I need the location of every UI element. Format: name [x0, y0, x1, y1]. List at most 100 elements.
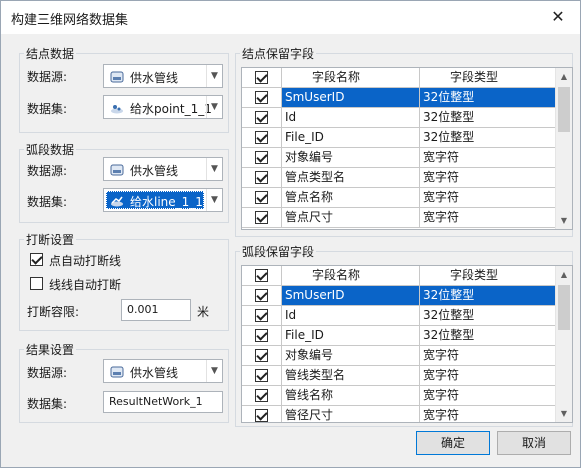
cancel-button[interactable]: 取消	[497, 431, 571, 455]
field-type-cell[interactable]: 32位整型	[420, 286, 556, 306]
field-type-cell[interactable]: 宽字符	[420, 386, 556, 406]
table-row[interactable]: 管径尺寸 宽字符	[242, 406, 556, 422]
table-row[interactable]: 管线类型名 宽字符	[242, 366, 556, 386]
scroll-thumb[interactable]	[558, 87, 570, 132]
ok-button[interactable]: 确定	[416, 431, 490, 455]
chevron-down-icon[interactable]: ▼	[206, 96, 222, 118]
result-datasource-combo[interactable]: 供水管线 ▼	[103, 359, 223, 383]
row-checkbox-cell	[242, 406, 282, 422]
table-row[interactable]: File_ID 32位整型	[242, 326, 556, 346]
row-checkbox[interactable]	[255, 191, 268, 204]
auto-break-line-checkbox[interactable]	[30, 277, 43, 290]
arc-datasource-combo[interactable]: 供水管线 ▼	[103, 157, 223, 181]
arc-data-legend: 弧段数据	[26, 143, 75, 157]
field-type-cell[interactable]: 32位整型	[420, 128, 556, 148]
row-checkbox-cell	[242, 306, 282, 326]
row-checkbox[interactable]	[255, 329, 268, 342]
field-name-cell[interactable]: 对象编号	[282, 148, 420, 168]
row-checkbox-cell	[242, 88, 282, 108]
select-all-checkbox[interactable]	[255, 269, 268, 282]
column-header-type[interactable]: 字段类型	[420, 68, 556, 88]
field-type-cell[interactable]: 宽字符	[420, 346, 556, 366]
arc-datasource-value: 供水管线	[130, 164, 179, 178]
table-row[interactable]: Id 32位整型	[242, 306, 556, 326]
scroll-down-icon[interactable]: ▼	[556, 405, 572, 422]
field-type-cell[interactable]: 宽字符	[420, 406, 556, 422]
table-row[interactable]: 对象编号 宽字符	[242, 148, 556, 168]
scroll-up-icon[interactable]: ▲	[556, 68, 572, 85]
scroll-thumb[interactable]	[558, 285, 570, 330]
arc-fields-scrollbar[interactable]: ▲ ▼	[555, 266, 572, 422]
table-row[interactable]: SmUserID 32位整型	[242, 88, 556, 108]
column-header-name[interactable]: 字段名称	[282, 68, 420, 88]
row-checkbox[interactable]	[255, 211, 268, 224]
node-fields-scrollbar[interactable]: ▲ ▼	[555, 68, 572, 229]
field-name-cell[interactable]: 管点类型名	[282, 168, 420, 188]
result-datasource-value: 供水管线	[130, 366, 179, 380]
chevron-down-icon[interactable]: ▼	[206, 158, 222, 180]
field-name-cell[interactable]: 管点尺寸	[282, 208, 420, 228]
arc-dataset-value: 给水line_1_1	[130, 195, 203, 209]
table-row[interactable]: 管线名称 宽字符	[242, 386, 556, 406]
field-name-cell[interactable]: 管线名称	[282, 386, 420, 406]
grid-header-row: 字段名称 字段类型	[242, 68, 556, 88]
field-name-cell[interactable]: Id	[282, 108, 420, 128]
table-row[interactable]: 管点尺寸 宽字符	[242, 208, 556, 228]
table-row[interactable]: 对象编号 宽字符	[242, 346, 556, 366]
row-checkbox[interactable]	[255, 131, 268, 144]
field-name-cell[interactable]: SmUserID	[282, 286, 420, 306]
table-row[interactable]: 管点名称 宽字符	[242, 188, 556, 208]
field-type-cell[interactable]: 宽字符	[420, 168, 556, 188]
field-type-cell[interactable]: 32位整型	[420, 326, 556, 346]
tolerance-unit: 米	[197, 305, 210, 319]
field-type-cell[interactable]: 宽字符	[420, 208, 556, 228]
field-name-cell[interactable]: 对象编号	[282, 346, 420, 366]
row-checkbox[interactable]	[255, 369, 268, 382]
scroll-down-icon[interactable]: ▼	[556, 212, 572, 229]
node-dataset-combo[interactable]: 给水point_1_1 ▼	[103, 95, 223, 119]
field-type-cell[interactable]: 宽字符	[420, 366, 556, 386]
node-datasource-combo[interactable]: 供水管线 ▼	[103, 64, 223, 88]
field-name-cell[interactable]: 管径尺寸	[282, 406, 420, 422]
row-checkbox[interactable]	[255, 91, 268, 104]
node-data-legend: 结点数据	[26, 47, 75, 61]
field-type-cell[interactable]: 32位整型	[420, 108, 556, 128]
row-checkbox[interactable]	[255, 349, 268, 362]
tolerance-input[interactable]: 0.001	[121, 299, 191, 321]
scroll-up-icon[interactable]: ▲	[556, 266, 572, 283]
row-checkbox[interactable]	[255, 111, 268, 124]
row-checkbox[interactable]	[255, 389, 268, 402]
table-row[interactable]: File_ID 32位整型	[242, 128, 556, 148]
field-name-cell[interactable]: Id	[282, 306, 420, 326]
field-name-cell[interactable]: SmUserID	[282, 88, 420, 108]
row-checkbox[interactable]	[255, 309, 268, 322]
title-bar: 构建三维网络数据集 ✕	[1, 1, 580, 34]
table-row[interactable]: Id 32位整型	[242, 108, 556, 128]
chevron-down-icon[interactable]: ▼	[206, 360, 222, 382]
row-checkbox[interactable]	[255, 151, 268, 164]
result-dataset-input[interactable]: ResultNetWork_1	[103, 391, 223, 413]
chevron-down-icon[interactable]: ▼	[206, 189, 222, 211]
row-checkbox[interactable]	[255, 409, 268, 422]
table-row[interactable]: 管点类型名 宽字符	[242, 168, 556, 188]
field-type-cell[interactable]: 32位整型	[420, 306, 556, 326]
auto-break-point-checkbox[interactable]	[30, 253, 43, 266]
select-all-checkbox[interactable]	[255, 71, 268, 84]
field-type-cell[interactable]: 32位整型	[420, 88, 556, 108]
line-dataset-icon	[111, 196, 123, 207]
field-type-cell[interactable]: 宽字符	[420, 188, 556, 208]
field-name-cell[interactable]: File_ID	[282, 326, 420, 346]
row-checkbox-cell	[242, 286, 282, 306]
row-checkbox[interactable]	[255, 289, 268, 302]
field-name-cell[interactable]: File_ID	[282, 128, 420, 148]
column-header-type[interactable]: 字段类型	[420, 266, 556, 286]
field-name-cell[interactable]: 管点名称	[282, 188, 420, 208]
arc-dataset-combo[interactable]: 给水line_1_1 ▼	[103, 188, 223, 212]
chevron-down-icon[interactable]: ▼	[206, 65, 222, 87]
close-button[interactable]: ✕	[536, 1, 580, 33]
row-checkbox[interactable]	[255, 171, 268, 184]
column-header-name[interactable]: 字段名称	[282, 266, 420, 286]
table-row[interactable]: SmUserID 32位整型	[242, 286, 556, 306]
field-name-cell[interactable]: 管线类型名	[282, 366, 420, 386]
field-type-cell[interactable]: 宽字符	[420, 148, 556, 168]
